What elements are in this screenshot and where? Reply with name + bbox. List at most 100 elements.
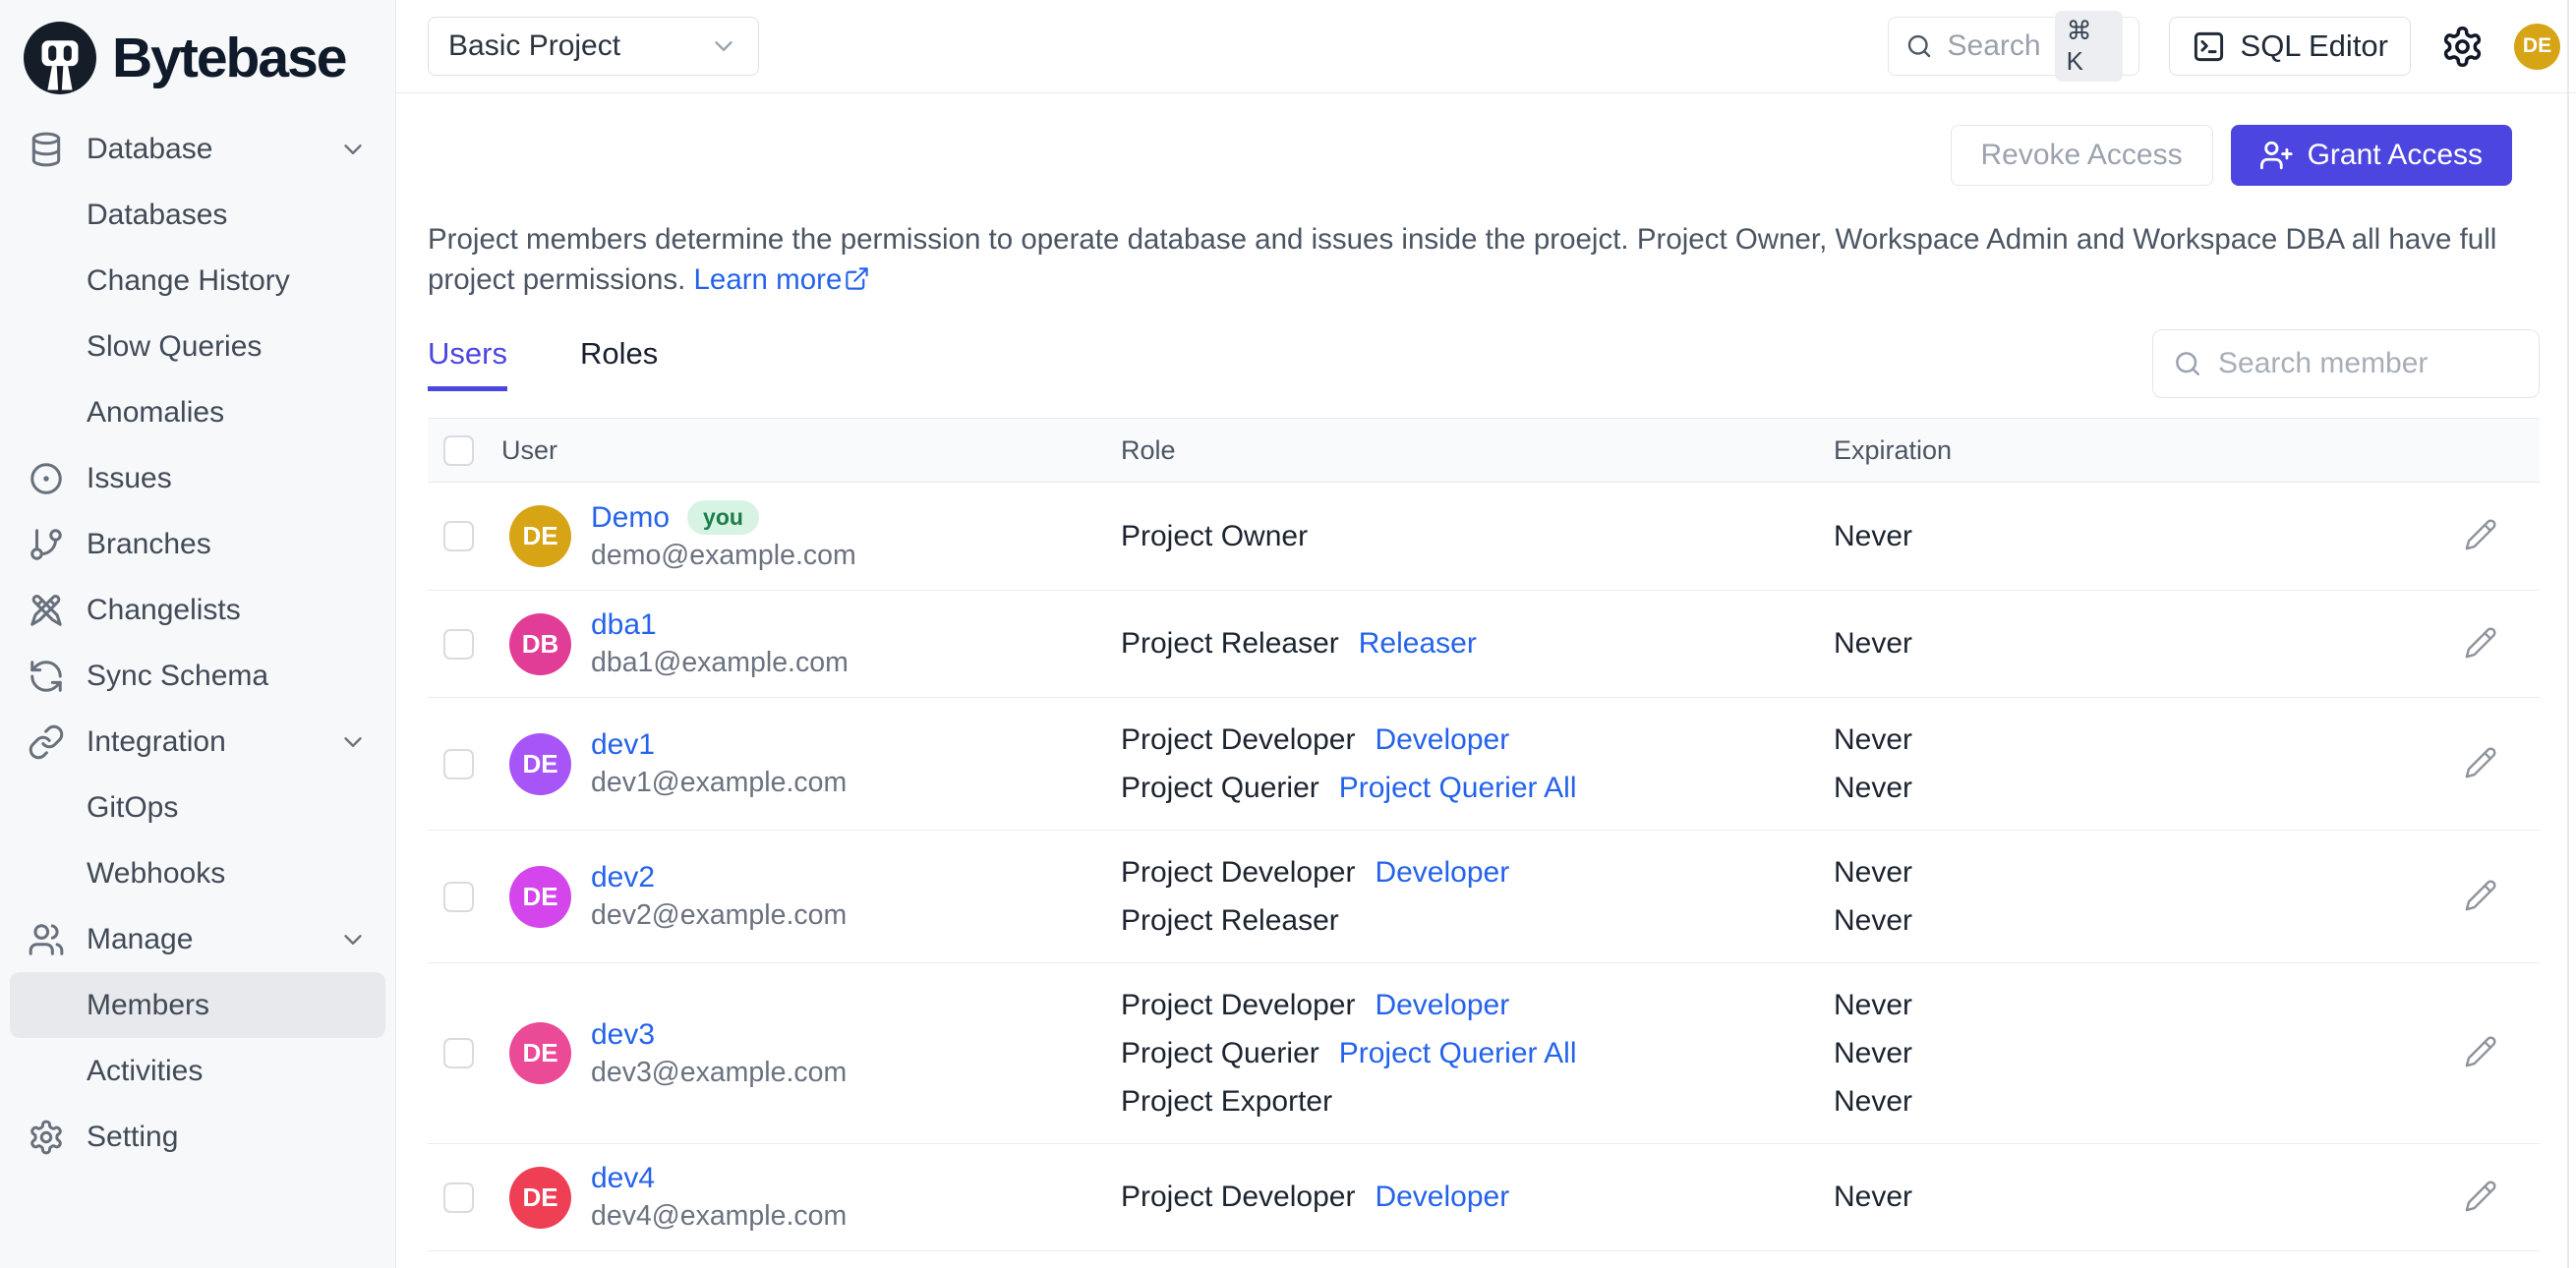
select-all-checkbox[interactable] — [443, 434, 474, 466]
sidebar-item-label: Databases — [87, 198, 228, 231]
expiration-value: Never — [1834, 722, 1913, 756]
member-search — [2152, 329, 2540, 398]
sidebar-item-label: Change History — [87, 263, 290, 297]
row-checkbox[interactable] — [443, 628, 474, 660]
expiration-value: Never — [1834, 988, 1913, 1021]
member-name-link[interactable]: Demo — [591, 501, 670, 535]
expiration-value: Never — [1834, 771, 1913, 804]
member-row-dev1: DE dev1 dev1@example.com Project Developer D… — [428, 698, 2540, 831]
role-line: Project Developer Developer — [1121, 716, 1834, 764]
avatar: DE — [509, 1022, 571, 1084]
tabs-row: Users Roles — [428, 329, 2540, 398]
sidebar-item-databases[interactable]: Databases — [10, 182, 385, 248]
chevron-down-icon — [338, 727, 368, 757]
row-checkbox[interactable] — [443, 521, 474, 551]
role-title: Project Owner — [1121, 519, 1309, 552]
sidebar-item-label: Sync Schema — [87, 659, 269, 692]
tab-roles[interactable]: Roles — [580, 336, 658, 391]
role-link[interactable]: Releaser — [1359, 627, 1477, 661]
sidebar-item-changelists[interactable]: Changelists — [10, 577, 385, 643]
app-logo[interactable]: Bytebase — [0, 0, 395, 94]
sidebar-item-label: Branches — [87, 527, 211, 560]
sidebar-item-gitops[interactable]: GitOps — [10, 775, 385, 840]
expiration-value: Never — [1834, 855, 1913, 889]
settings-gear-icon[interactable] — [2440, 25, 2485, 69]
sidebar-item-label: Slow Queries — [87, 329, 263, 363]
edit-member-button[interactable] — [2461, 877, 2500, 916]
member-email: dev2@example.com — [591, 899, 848, 931]
sql-editor-button[interactable]: SQL Editor — [2168, 17, 2411, 76]
member-name-link[interactable]: dev1 — [591, 728, 655, 762]
expiration-value: Never — [1834, 1084, 1913, 1118]
role-link[interactable]: Developer — [1375, 989, 1509, 1022]
avatar: DE — [509, 732, 571, 795]
sidebar-item-label: Changelists — [87, 593, 241, 626]
role-link[interactable]: Developer — [1375, 1181, 1509, 1214]
role-link[interactable]: Project Querier All — [1339, 772, 1577, 805]
row-checkbox[interactable] — [443, 748, 474, 779]
sidebar-item-activities[interactable]: Activities — [10, 1038, 385, 1104]
sql-editor-label: SQL Editor — [2240, 29, 2388, 63]
members-table: User Role Expiration DE Demo you demo@examp… — [428, 418, 2540, 1251]
role-line: Project Querier Project Querier All — [1121, 1029, 1834, 1077]
row-checkbox[interactable] — [443, 1038, 474, 1068]
terminal-icon — [2192, 29, 2226, 64]
row-checkbox[interactable] — [443, 1182, 474, 1213]
page-description: Project members determine the permission… — [428, 219, 2512, 300]
project-selector[interactable]: Basic Project — [428, 17, 759, 76]
member-row-demo: DE Demo you demo@example.com Project Owner Ne… — [428, 483, 2540, 591]
pencil-icon — [2464, 626, 2497, 660]
edit-member-button[interactable] — [2461, 744, 2500, 783]
sidebar-item-setting[interactable]: Setting — [10, 1104, 385, 1170]
role-link[interactable]: Project Querier All — [1339, 1037, 1577, 1070]
revoke-access-button[interactable]: Revoke Access — [1950, 125, 2213, 186]
learn-more-label: Learn more — [693, 263, 843, 296]
issues-icon — [28, 460, 65, 497]
sidebar-item-database[interactable]: Database — [10, 116, 385, 182]
row-checkbox[interactable] — [443, 881, 474, 912]
users-icon — [28, 921, 65, 958]
tab-users[interactable]: Users — [428, 336, 507, 391]
sidebar-item-anomalies[interactable]: Anomalies — [10, 379, 385, 445]
column-header-role: Role — [1121, 434, 1176, 465]
member-name-link[interactable]: dev3 — [591, 1018, 655, 1052]
role-link[interactable]: Developer — [1375, 856, 1509, 890]
sidebar-item-label: Integration — [87, 724, 226, 758]
member-name-link[interactable]: dev4 — [591, 1162, 655, 1195]
sidebar-item-branches[interactable]: Branches — [10, 511, 385, 577]
topbar-right: Search ⌘ K SQL Editor DE — [1887, 11, 2560, 82]
member-search-input[interactable] — [2152, 329, 2540, 398]
edit-member-button[interactable] — [2461, 1178, 2500, 1217]
sidebar-item-sync-schema[interactable]: Sync Schema — [10, 643, 385, 709]
edit-member-button[interactable] — [2461, 1034, 2500, 1073]
sidebar-item-slow-queries[interactable]: Slow Queries — [10, 314, 385, 379]
scrollbar-track[interactable] — [2567, 0, 2569, 1268]
role-link[interactable]: Developer — [1375, 723, 1509, 757]
global-search-input[interactable]: Search ⌘ K — [1887, 11, 2139, 82]
sidebar-item-webhooks[interactable]: Webhooks — [10, 840, 385, 906]
member-row-dev3: DE dev3 dev3@example.com Project Developer D… — [428, 963, 2540, 1144]
grant-access-button[interactable]: Grant Access — [2230, 125, 2512, 186]
sidebar-item-integration[interactable]: Integration — [10, 709, 385, 775]
user-avatar[interactable]: DE — [2514, 23, 2560, 70]
page-actions: Revoke Access Grant Access — [428, 125, 2512, 186]
learn-more-link[interactable]: Learn more — [694, 263, 871, 296]
external-link-icon — [844, 265, 870, 292]
avatar: DE — [509, 505, 571, 567]
sidebar-item-issues[interactable]: Issues — [10, 445, 385, 511]
edit-member-button[interactable] — [2461, 624, 2500, 663]
avatar: DB — [509, 612, 571, 675]
sidebar-item-manage[interactable]: Manage — [10, 906, 385, 972]
member-name-link[interactable]: dba1 — [591, 608, 657, 642]
role-line: Project Owner — [1121, 512, 1834, 560]
sidebar-item-change-history[interactable]: Change History — [10, 248, 385, 314]
sidebar-item-members[interactable]: Members — [10, 972, 385, 1038]
column-header-expiration: Expiration — [1834, 434, 1953, 465]
member-name-link[interactable]: dev2 — [591, 861, 655, 894]
project-selector-value: Basic Project — [448, 29, 621, 62]
member-email: dev3@example.com — [591, 1056, 848, 1088]
edit-member-button[interactable] — [2461, 517, 2500, 556]
sidebar-item-label: Setting — [87, 1120, 179, 1153]
role-title: Project Developer — [1121, 722, 1356, 756]
pencil-icon — [2464, 1180, 2497, 1213]
